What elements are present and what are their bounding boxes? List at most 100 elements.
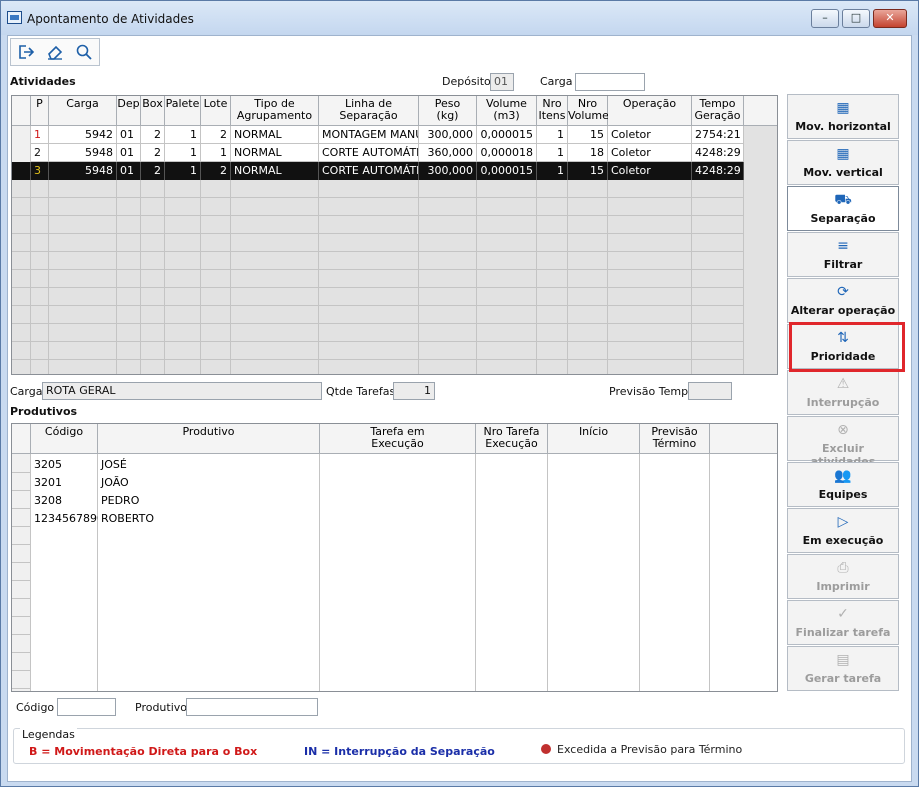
clear-button[interactable] (40, 39, 69, 65)
produtivos-col-header[interactable] (12, 424, 31, 454)
exit-button[interactable] (11, 39, 40, 65)
cell-tipo[interactable]: NORMAL (231, 162, 319, 180)
atividades-col-header[interactable] (12, 96, 31, 126)
produtivos-col-header[interactable]: Código (31, 424, 98, 454)
codigo-filter-field[interactable] (57, 698, 116, 716)
cell-peso[interactable]: 300,000 (419, 126, 477, 144)
cell-p[interactable]: 1 (31, 126, 49, 144)
cell-nome[interactable]: JOÃO (98, 474, 320, 492)
produtivos-col-header[interactable]: Tarefa em Execução (320, 424, 476, 454)
sidebar-button-alterar-opera-o[interactable]: ⟳ Alterar operação (787, 278, 899, 323)
atividade-row[interactable]: 1 5942 01 2 1 2 NORMAL MONTAGEM MANU 300,000 0,00… (12, 126, 744, 144)
cell-volume[interactable]: 0,000018 (477, 144, 537, 162)
cell-itens[interactable]: 1 (537, 126, 568, 144)
cell-tipo[interactable]: NORMAL (231, 126, 319, 144)
atividade-row[interactable]: 2 5948 01 2 1 1 NORMAL CORTE AUTOMÁTI 360,000 0,0… (12, 144, 744, 162)
cell-palete[interactable]: 1 (165, 144, 201, 162)
atividades-col-header[interactable]: P (31, 96, 49, 126)
produtivo-row[interactable]: 3208 PEDRO (12, 492, 710, 510)
cell-carga[interactable]: 5942 (49, 126, 117, 144)
cell-linha[interactable]: CORTE AUTOMÁTI (319, 162, 419, 180)
cell-volume[interactable]: 0,000015 (477, 162, 537, 180)
atividades-col-header[interactable]: Operação (608, 96, 692, 126)
atividades-col-header[interactable]: Dep (117, 96, 141, 126)
cell-peso[interactable]: 360,000 (419, 144, 477, 162)
cell-lote[interactable]: 2 (201, 126, 231, 144)
cell-volume[interactable]: 0,000015 (477, 126, 537, 144)
cell-itens[interactable]: 1 (537, 144, 568, 162)
cell-op[interactable]: Coletor (608, 144, 692, 162)
sidebar-button-mov-vertical[interactable]: ▦ Mov. vertical (787, 140, 899, 185)
cell-tipo[interactable]: NORMAL (231, 144, 319, 162)
sidebar-button-mov-horizontal[interactable]: ▦ Mov. horizontal (787, 94, 899, 139)
cell-nome[interactable]: JOSÉ (98, 456, 320, 474)
cell-nvol[interactable]: 18 (568, 144, 608, 162)
cell-codigo[interactable]: 1234567890 (31, 510, 98, 528)
cell-dep[interactable]: 01 (117, 162, 141, 180)
row-indicator[interactable] (12, 126, 31, 144)
cell-lote[interactable]: 2 (201, 162, 231, 180)
cell-op[interactable]: Coletor (608, 126, 692, 144)
cell-p[interactable]: 2 (31, 144, 49, 162)
cell-dep[interactable]: 01 (117, 126, 141, 144)
atividades-col-header[interactable]: Volume (m3) (477, 96, 537, 126)
cell-tempo[interactable]: 2754:21 (692, 126, 744, 144)
produtivo-row[interactable]: 3205 JOSÉ (12, 456, 710, 474)
atividades-col-header[interactable]: Lote (201, 96, 231, 126)
cell-codigo[interactable]: 3205 (31, 456, 98, 474)
cell-nome[interactable]: PEDRO (98, 492, 320, 510)
row-indicator[interactable] (12, 162, 31, 180)
cell-tempo[interactable]: 4248:29 (692, 162, 744, 180)
cell-tempo[interactable]: 4248:29 (692, 144, 744, 162)
minimize-button[interactable]: – (811, 9, 839, 28)
sidebar-button-equipes[interactable]: 👥 Equipes (787, 462, 899, 507)
atividades-col-header[interactable]: Carga (49, 96, 117, 126)
cell-palete[interactable]: 1 (165, 126, 201, 144)
atividades-col-header[interactable]: Nro Volume (568, 96, 609, 126)
cell-linha[interactable]: MONTAGEM MANU (319, 126, 419, 144)
cell-peso[interactable]: 300,000 (419, 162, 477, 180)
search-button[interactable] (69, 39, 98, 65)
atividades-col-header[interactable]: Peso (kg) (419, 96, 477, 126)
cell-carga[interactable]: 5948 (49, 144, 117, 162)
sidebar-button-separa-o[interactable]: ⛟ Separação (787, 186, 899, 231)
atividades-col-header[interactable]: Tipo de Agrupamento (231, 96, 319, 126)
atividades-col-header[interactable]: Palete (165, 96, 201, 126)
produtivo-filter-field[interactable] (186, 698, 318, 716)
cell-linha[interactable]: CORTE AUTOMÁTI (319, 144, 419, 162)
cell-nvol[interactable]: 15 (568, 126, 608, 144)
carga-field[interactable]: ROTA GERAL (42, 382, 322, 400)
atividades-col-header[interactable]: Tempo Geração (692, 96, 744, 126)
produtivos-col-header[interactable]: Produtivo (98, 424, 320, 454)
cell-itens[interactable]: 1 (537, 162, 568, 180)
cell-box[interactable]: 2 (141, 162, 165, 180)
cell-codigo[interactable]: 3208 (31, 492, 98, 510)
produtivos-col-header[interactable]: Nro Tarefa Execução (476, 424, 548, 454)
atividade-row[interactable]: 3 5948 01 2 1 2 NORMAL CORTE AUTOMÁTI 300,000 0,0… (12, 162, 744, 180)
cell-op[interactable]: Coletor (608, 162, 692, 180)
cell-carga[interactable]: 5948 (49, 162, 117, 180)
maximize-button[interactable]: □ (842, 9, 870, 28)
cell-lote[interactable]: 1 (201, 144, 231, 162)
sidebar-button-em-execu-o[interactable]: ▷ Em execução (787, 508, 899, 553)
atividades-col-header[interactable]: Nro Itens (537, 96, 568, 126)
cell-box[interactable]: 2 (141, 126, 165, 144)
cell-dep[interactable]: 01 (117, 144, 141, 162)
deposito-field[interactable]: 01 (490, 73, 514, 91)
cell-codigo[interactable]: 3201 (31, 474, 98, 492)
qtde-tarefas-field[interactable]: 1 (393, 382, 435, 400)
atividades-col-header[interactable]: Box (141, 96, 165, 126)
row-indicator[interactable] (12, 144, 31, 162)
carga-filter-field[interactable] (575, 73, 645, 91)
cell-box[interactable]: 2 (141, 144, 165, 162)
produtivos-col-header[interactable]: Previsão Término (640, 424, 710, 454)
cell-palete[interactable]: 1 (165, 162, 201, 180)
cell-nvol[interactable]: 15 (568, 162, 608, 180)
produtivo-row[interactable]: 3201 JOÃO (12, 474, 710, 492)
cell-nome[interactable]: ROBERTO (98, 510, 320, 528)
produtivos-col-header[interactable]: Início (548, 424, 640, 454)
sidebar-button-filtrar[interactable]: ≡ Filtrar (787, 232, 899, 277)
atividades-col-header[interactable]: Linha de Separação (319, 96, 419, 126)
previsao-tempo-field[interactable] (688, 382, 732, 400)
close-button[interactable]: ✕ (873, 9, 907, 28)
